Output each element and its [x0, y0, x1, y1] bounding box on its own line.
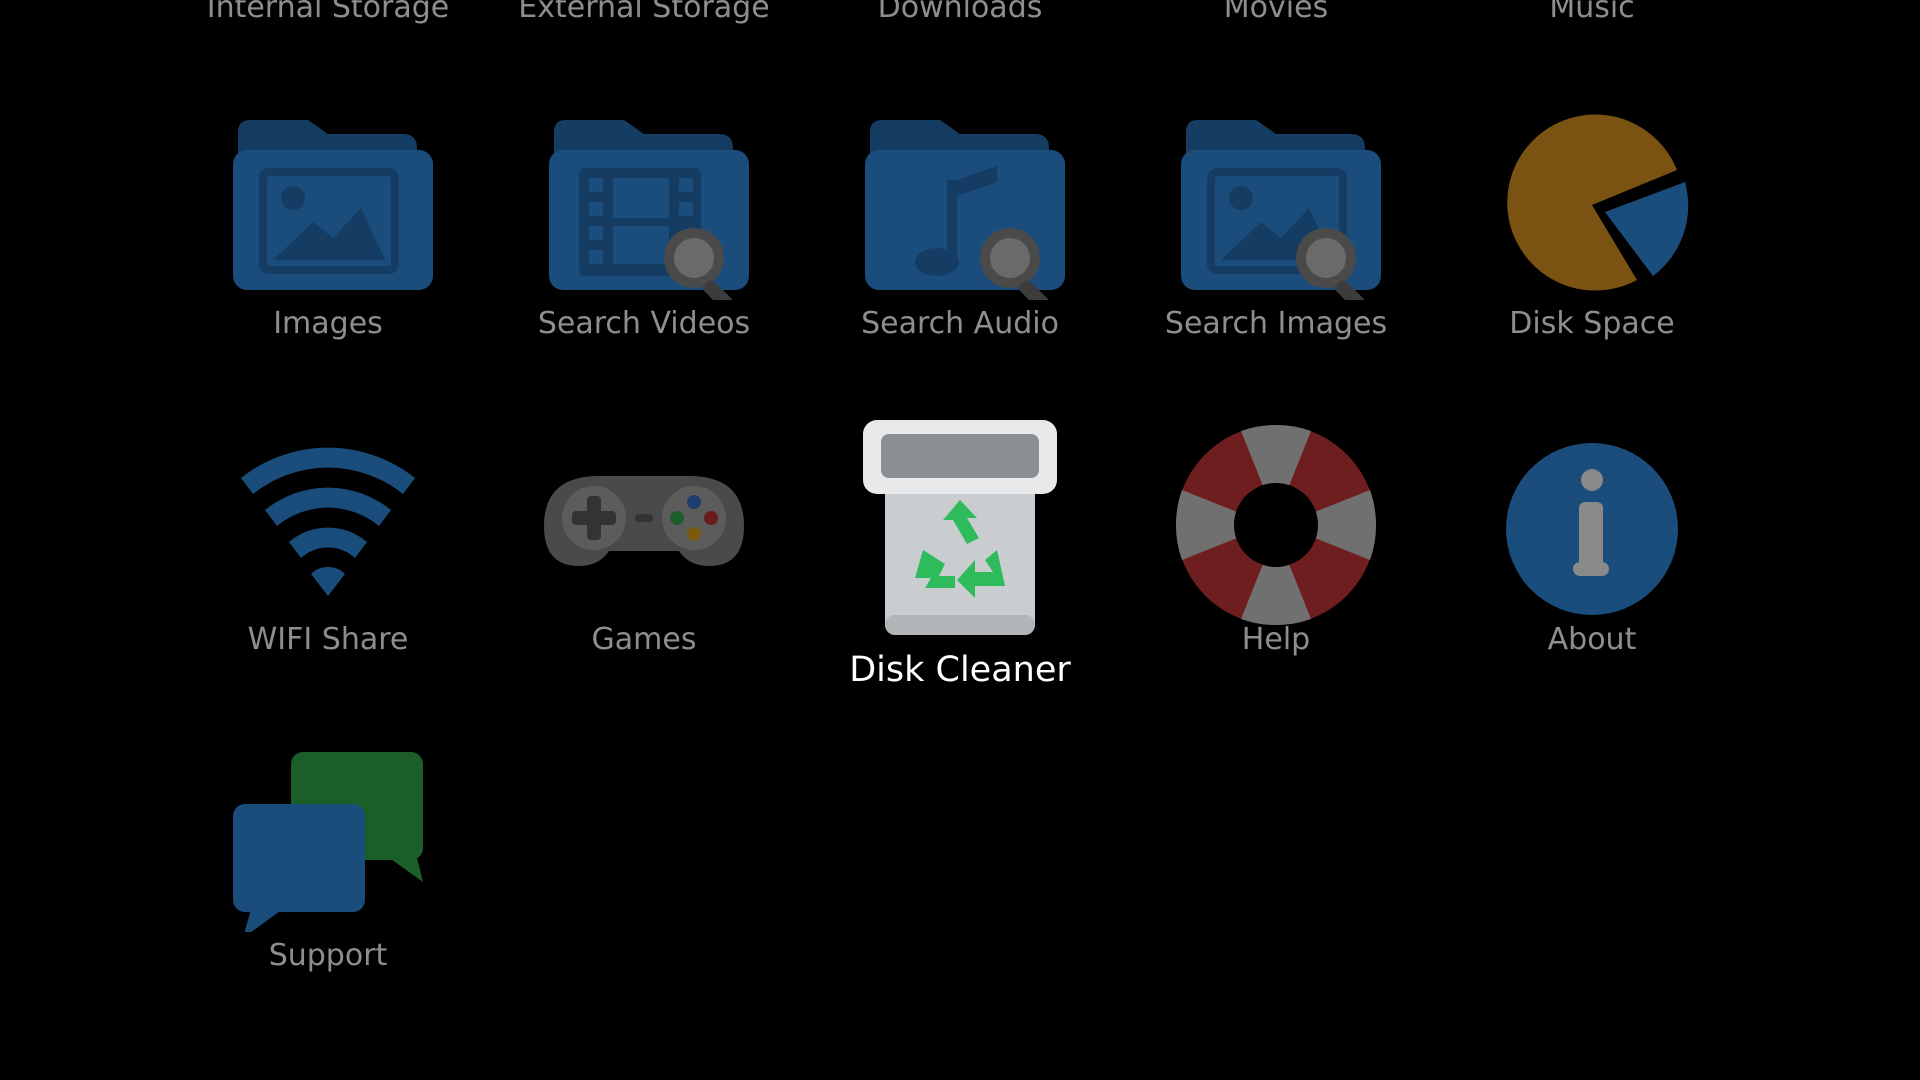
- tile-label: Images: [273, 306, 383, 341]
- tile-about[interactable]: About: [1442, 416, 1742, 716]
- tile-wifi-share[interactable]: WIFI Share: [178, 416, 478, 716]
- music-label[interactable]: Music: [1442, 0, 1742, 25]
- search-videos-folder-icon: [549, 120, 749, 300]
- tile-label: Games: [591, 622, 697, 657]
- search-images-folder-icon: [1181, 120, 1381, 300]
- images-folder-icon: [233, 120, 433, 290]
- tile-search-images[interactable]: Search Images: [1126, 100, 1426, 400]
- info-icon: [1506, 443, 1678, 615]
- tile-help[interactable]: Help: [1126, 416, 1426, 716]
- tile-label: Disk Cleaner: [849, 650, 1071, 690]
- downloads-label[interactable]: Downloads: [810, 0, 1110, 25]
- internal-storage-label[interactable]: Internal Storage: [178, 0, 478, 25]
- tile-label: WIFI Share: [247, 622, 409, 657]
- gamepad-icon: [544, 476, 744, 566]
- movies-label[interactable]: Movies: [1126, 0, 1426, 25]
- chat-bubbles-icon: [233, 752, 423, 932]
- tile-disk-cleaner[interactable]: Disk Cleaner: [810, 400, 1110, 700]
- search-audio-folder-icon: [865, 120, 1065, 300]
- tile-label: Disk Space: [1509, 306, 1675, 341]
- tile-label: Search Videos: [537, 306, 751, 341]
- tile-search-audio[interactable]: Search Audio: [810, 100, 1110, 400]
- tile-label: About: [1547, 622, 1637, 657]
- tile-label: Support: [268, 938, 388, 973]
- external-storage-label[interactable]: External Storage: [494, 0, 794, 25]
- tile-label: Help: [1241, 622, 1311, 657]
- tile-games[interactable]: Games: [494, 416, 794, 716]
- recycle-bin-icon: [863, 420, 1057, 635]
- tile-disk-space[interactable]: Disk Space: [1442, 100, 1742, 400]
- tile-label: Search Audio: [861, 306, 1059, 341]
- tile-images[interactable]: Images: [178, 100, 478, 400]
- lifebuoy-icon: [1175, 424, 1377, 626]
- pie-chart-icon: [1507, 114, 1689, 291]
- tile-label: Search Images: [1164, 306, 1388, 341]
- tile-search-videos[interactable]: Search Videos: [494, 100, 794, 400]
- launcher-screen: Internal Storage External Storage Downlo…: [0, 0, 1920, 1080]
- tile-support[interactable]: Support: [178, 732, 478, 1032]
- wifi-icon: [241, 447, 415, 596]
